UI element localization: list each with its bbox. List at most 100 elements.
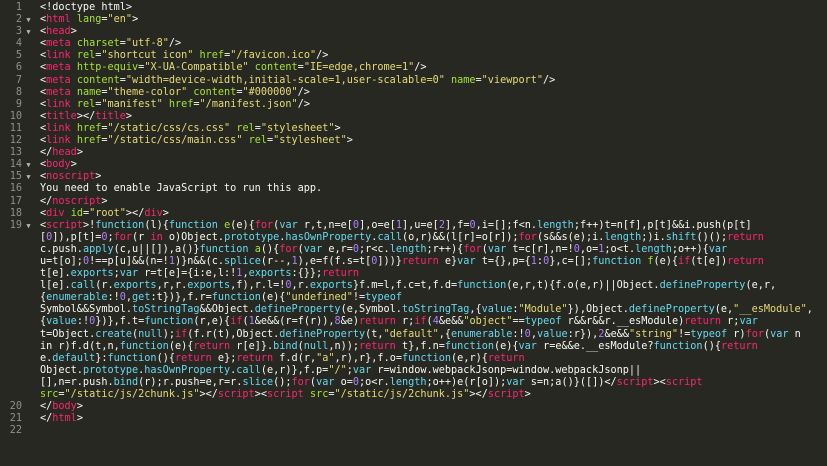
line-number: 16 <box>9 183 22 195</box>
code-line[interactable]: {enumerable:!0,get:t})},f.r=function(e){… <box>0 292 827 304</box>
code-token: s=n;a()}([])</ <box>524 376 617 388</box>
code-token: "stylesheet" <box>273 135 347 147</box>
code-line[interactable]: 1 <!doctype html> <box>0 2 827 14</box>
code-token: ],f= <box>444 219 470 231</box>
code-token: > <box>346 135 353 147</box>
line-number: 2 <box>15 14 22 26</box>
code-line[interactable]: {value:!0})},f.t=function(r,e){if(1&e&&(… <box>0 316 827 328</box>
code-token: ]))} <box>377 255 402 267</box>
code-token: default <box>52 352 96 364</box>
code-token: defineProperty <box>254 304 341 316</box>
code-line[interactable]: 22 <box>0 425 827 437</box>
code-token: noscript <box>52 195 102 207</box>
code-token: "/static/js/2chunk.js" <box>64 389 200 400</box>
code-token: if <box>678 255 691 267</box>
code-token: body <box>52 401 77 413</box>
fold-arrow-icon[interactable]: ▼ <box>22 26 35 38</box>
code-line[interactable]: 3 ▼ <head> <box>0 26 827 38</box>
code-token: var <box>316 376 335 388</box>
code-line[interactable]: t[e].exports;var r=t[e]={i:e,l:!1,export… <box>0 268 827 280</box>
code-line[interactable]: 17 </noscript> <box>0 196 827 208</box>
code-line[interactable]: 2 ▼ <html lang="en"> <box>0 14 827 26</box>
code-line[interactable]: 15 ▼ <noscript> <box>0 171 827 183</box>
fold-arrow-icon[interactable]: ▼ <box>22 159 35 171</box>
code-line[interactable]: 4 <meta charset="utf-8"/> <box>0 38 827 50</box>
code-token: &e) <box>340 316 360 328</box>
code-text: src="/static/js/2chunk.js"></script><scr… <box>35 389 531 401</box>
code-token: /> <box>297 98 310 110</box>
code-line[interactable]: 19 ▼ <script>!function(l){function e(e){fo… <box>0 220 827 232</box>
code-line[interactable]: e.default}:function(){return e};return f… <box>0 353 827 365</box>
code-token: ,r,r. <box>156 280 188 292</box>
code-token: html <box>46 14 71 26</box>
line-number: 3 <box>15 26 22 38</box>
code-token: ;o++){ <box>671 243 709 255</box>
code-token: function <box>401 352 452 364</box>
code-line[interactable]: 12 <link href="/static/css/main.css" rel=… <box>0 135 827 147</box>
code-token: ()(); <box>696 231 728 243</box>
line-number: 20 <box>9 401 22 413</box>
code-token: script <box>46 219 83 231</box>
fold-arrow-icon[interactable]: ▼ <box>22 14 35 26</box>
line-number <box>0 304 22 316</box>
code-token: var <box>770 328 789 340</box>
code-line[interactable]: 14 ▼ <body> <box>0 159 827 171</box>
code-token: var <box>506 376 525 388</box>
code-token: c.push. <box>40 243 83 255</box>
code-token: r; <box>395 316 415 328</box>
code-line[interactable]: t=Object.create(null);if(f.r(t),Object.d… <box>0 329 827 341</box>
code-line[interactable]: 6 <meta http-equiv="X-UA-Compatible" cont… <box>0 62 827 74</box>
code-token: > <box>132 14 139 26</box>
code-line[interactable]: c.push.apply(c,u||[]),a()}function a(){f… <box>0 244 827 256</box>
code-token: :! <box>76 316 90 328</box>
code-token: function <box>444 340 494 352</box>
code-line[interactable]: in r)f.d(t,n,function(e){return r[e]}.bi… <box>0 341 827 353</box>
code-line[interactable]: [0]),p[t]=0;for(r in o)Object.prototype.… <box>0 232 827 244</box>
code-line[interactable]: l[e].call(r.exports,r,r.exports,f),r.l=!… <box>0 280 827 292</box>
fold-arrow-icon[interactable]: ▼ <box>22 220 35 232</box>
code-line[interactable]: 20 </body> <box>0 401 827 413</box>
code-line[interactable]: 18 <div id="root"></div> <box>0 208 827 220</box>
code-token: f.d(r, <box>273 352 317 364</box>
code-line[interactable]: 16 You need to enable JavaScript to run t… <box>0 183 827 195</box>
code-line[interactable]: 13 </head> <box>0 147 827 159</box>
code-line[interactable]: Object.prototype.hasOwnProperty.call(e,r… <box>0 365 827 377</box>
code-token: var <box>119 268 139 280</box>
code-line[interactable]: 11 <link href="/static/css/cs.css" rel="s… <box>0 123 827 135</box>
code-line[interactable]: 8 <meta name="theme-color" content="#0000… <box>0 87 827 99</box>
code-token: </ <box>40 401 53 413</box>
code-token: content <box>76 74 120 86</box>
code-line[interactable]: 10 <title></title> <box>0 111 827 123</box>
code-line[interactable]: src="/static/js/2chunk.js"></script><scr… <box>0 389 827 401</box>
code-token: "width=device-width,initial-scale=1,user… <box>125 74 445 86</box>
code-line[interactable]: Symbol&&Symbol.toStringTag&&Object.defin… <box>0 304 827 316</box>
code-token: </ <box>40 147 53 159</box>
code-line[interactable]: 5 <link rel="shortcut icon" href="/favico… <box>0 50 827 62</box>
code-token: return <box>727 231 764 243</box>
code-token: > <box>162 207 169 219</box>
code-line[interactable]: 21 </html> <box>0 413 827 425</box>
code-line[interactable]: 9 <link rel="manifest" href="/manifest.js… <box>0 99 827 111</box>
code-token: for <box>518 231 537 243</box>
code-line[interactable]: [],n=r.push.bind(r);r.push=e,r=r.slice()… <box>0 377 827 389</box>
fold-arrow-icon[interactable]: ▼ <box>22 171 35 183</box>
code-editor[interactable]: 1 <!doctype html> 2 ▼ <html lang="en"> 3 ▼ <hea… <box>0 0 827 466</box>
code-token: return <box>236 352 274 364</box>
code-token: "/favicon.ico" <box>230 50 317 62</box>
code-token: == <box>512 316 525 328</box>
line-number <box>0 256 22 268</box>
code-text: Symbol&&Symbol.toStringTag&&Object.defin… <box>35 304 813 316</box>
code-token: "stylesheet" <box>260 122 335 134</box>
code-line[interactable]: u=t[o];0!==p[u]&&(n=!1)}n&&(c.splice(r--… <box>0 256 827 268</box>
code-token: href <box>76 122 102 134</box>
code-line[interactable]: 7 <meta content="width=device-width,initi… <box>0 75 827 87</box>
code-text: </html> <box>35 413 83 425</box>
code-token: (e,r, <box>745 280 777 292</box>
code-text: <link href="/static/css/cs.css" rel="sty… <box>35 123 341 135</box>
code-token: :r}), <box>567 328 599 340</box>
